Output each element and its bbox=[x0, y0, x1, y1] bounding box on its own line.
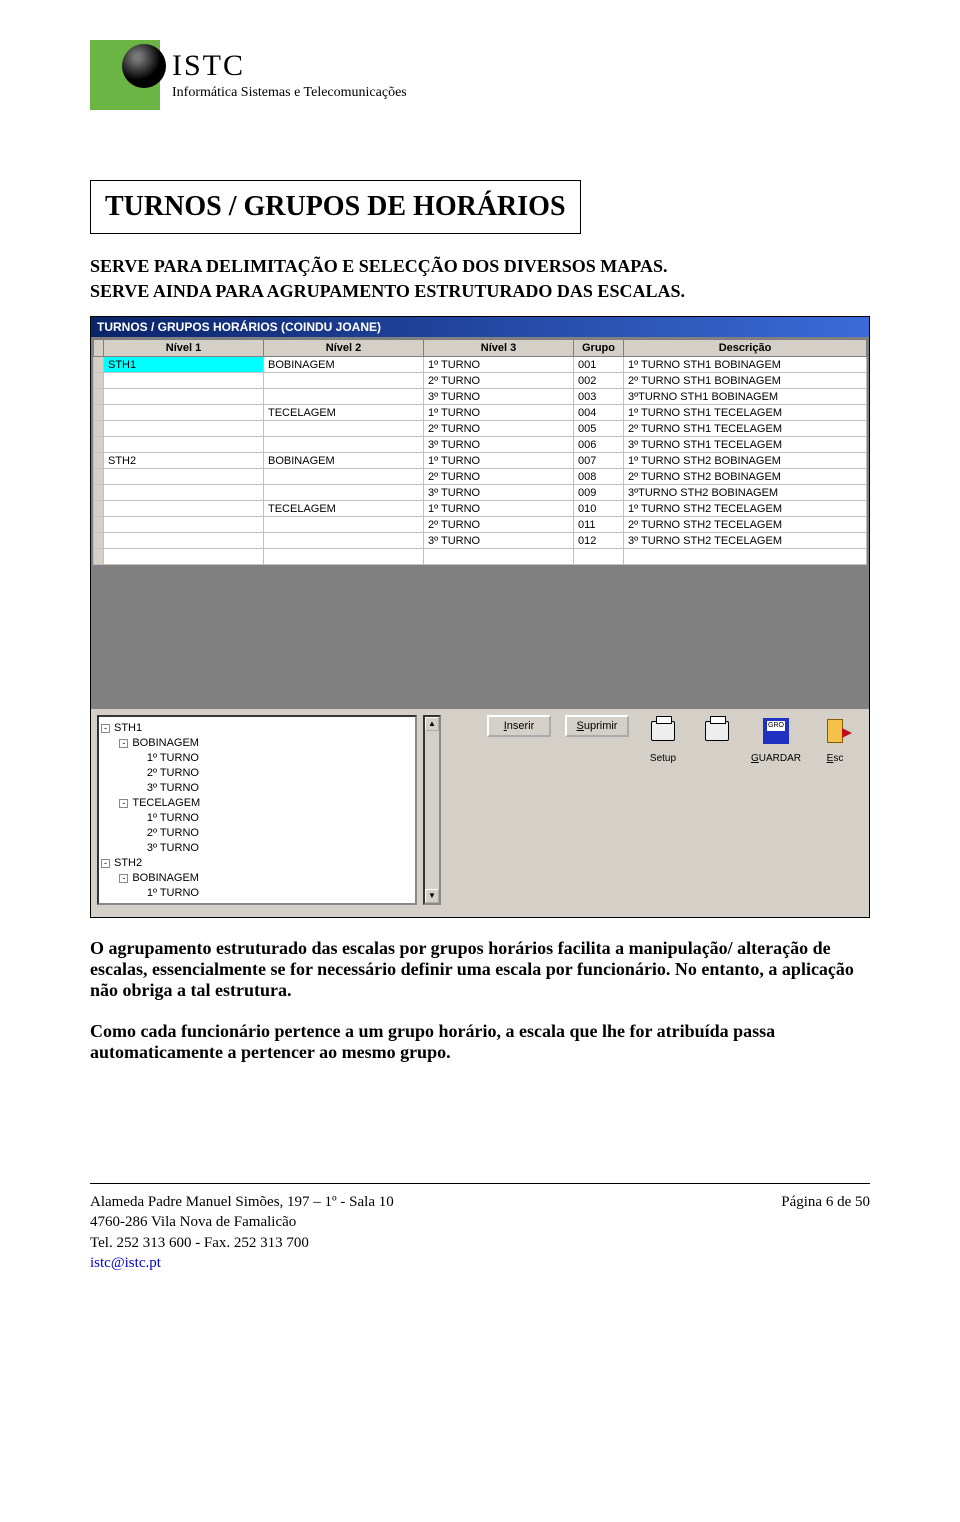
table-row[interactable]: 3º TURNO0063º TURNO STH1 TECELAGEM bbox=[94, 437, 867, 453]
printer-setup-icon[interactable] bbox=[643, 715, 683, 747]
tree-node[interactable]: 1º TURNO bbox=[101, 886, 413, 901]
col-nivel3[interactable]: Nível 3 bbox=[424, 340, 574, 357]
letterhead: ISTC Informática Sistemas e Telecomunica… bbox=[90, 40, 870, 110]
footer-addr1: Alameda Padre Manuel Simões, 197 – 1º - … bbox=[90, 1192, 394, 1212]
table-row[interactable]: 3º TURNO0123º TURNO STH2 TECELAGEM bbox=[94, 533, 867, 549]
esc-label: Esc bbox=[827, 753, 844, 764]
col-nivel2[interactable]: Nível 2 bbox=[264, 340, 424, 357]
body-para-1: O agrupamento estruturado das escalas po… bbox=[90, 938, 870, 1001]
print-label bbox=[716, 753, 719, 764]
tree-node[interactable]: -STH1 bbox=[101, 721, 413, 736]
footer-email: istc@istc.pt bbox=[90, 1253, 394, 1273]
exit-icon[interactable] bbox=[815, 715, 855, 747]
save-icon[interactable] bbox=[756, 715, 796, 747]
tree-node[interactable]: 1º TURNO bbox=[101, 811, 413, 826]
table-row[interactable]: 3º TURNO0033ºTURNO STH1 BOBINAGEM bbox=[94, 389, 867, 405]
page-footer: Alameda Padre Manuel Simões, 197 – 1º - … bbox=[90, 1192, 870, 1273]
footer-addr2: 4760-286 Vila Nova de Famalicão bbox=[90, 1212, 394, 1232]
tree-view[interactable]: -STH1 -BOBINAGEM 1º TURNO 2º TURNO 3º TU… bbox=[97, 715, 417, 905]
table-row[interactable]: TECELAGEM1º TURNO0041º TURNO STH1 TECELA… bbox=[94, 405, 867, 421]
table-row[interactable] bbox=[94, 549, 867, 565]
tree-node[interactable]: 2º TURNO bbox=[101, 826, 413, 841]
table-row[interactable]: 2º TURNO0052º TURNO STH1 TECELAGEM bbox=[94, 421, 867, 437]
table-row[interactable]: STH2BOBINAGEM1º TURNO0071º TURNO STH2 BO… bbox=[94, 453, 867, 469]
tree-node[interactable]: -TECELAGEM bbox=[101, 796, 413, 811]
table-row[interactable]: 2º TURNO0022º TURNO STH1 BOBINAGEM bbox=[94, 373, 867, 389]
logo-icon bbox=[90, 40, 160, 110]
logo-acronym: ISTC bbox=[172, 49, 407, 83]
body-para-2: Como cada funcionário pertence a um grup… bbox=[90, 1021, 870, 1063]
setup-label: Setup bbox=[650, 753, 676, 764]
tree-node[interactable]: -STH2 bbox=[101, 856, 413, 871]
logo-fullname: Informática Sistemas e Telecomunicações bbox=[172, 85, 407, 101]
col-descricao[interactable]: Descrição bbox=[624, 340, 867, 357]
tree-node[interactable]: 2º TURNO bbox=[101, 766, 413, 781]
tree-node[interactable]: -BOBINAGEM bbox=[101, 736, 413, 751]
footer-tel: Tel. 252 313 600 - Fax. 252 313 700 bbox=[90, 1233, 394, 1253]
col-grupo[interactable]: Grupo bbox=[574, 340, 624, 357]
insert-button[interactable]: Inserir bbox=[487, 715, 551, 737]
table-row[interactable]: 2º TURNO0082º TURNO STH2 BOBINAGEM bbox=[94, 469, 867, 485]
table-row[interactable]: TECELAGEM1º TURNO0101º TURNO STH2 TECELA… bbox=[94, 501, 867, 517]
tree-node[interactable]: 2º TURNO bbox=[101, 901, 413, 905]
printer-icon[interactable] bbox=[697, 715, 737, 747]
data-grid[interactable]: Nível 1 Nível 2 Nível 3 Grupo Descrição … bbox=[93, 339, 867, 565]
tree-node[interactable]: -BOBINAGEM bbox=[101, 871, 413, 886]
footer-page: Página 6 de 50 bbox=[781, 1192, 870, 1273]
app-window: TURNOS / GRUPOS HORÁRIOS (COINDU JOANE) … bbox=[90, 316, 870, 918]
grid-empty-space bbox=[93, 565, 867, 705]
grid-gutter-header bbox=[94, 340, 104, 357]
table-row[interactable]: 3º TURNO0093ºTURNO STH2 BOBINAGEM bbox=[94, 485, 867, 501]
window-title: TURNOS / GRUPOS HORÁRIOS (COINDU JOANE) bbox=[91, 317, 869, 337]
col-nivel1[interactable]: Nível 1 bbox=[104, 340, 264, 357]
scroll-up-icon[interactable]: ▲ bbox=[425, 717, 439, 731]
table-row[interactable]: 2º TURNO0112º TURNO STH2 TECELAGEM bbox=[94, 517, 867, 533]
table-row[interactable]: STH1BOBINAGEM1º TURNO0011º TURNO STH1 BO… bbox=[94, 357, 867, 373]
lead-line-1: SERVE PARA DELIMITAÇÃO E SELECÇÃO DOS DI… bbox=[90, 256, 870, 277]
tree-node[interactable]: 3º TURNO bbox=[101, 781, 413, 796]
tree-scrollbar[interactable]: ▲ ▼ bbox=[423, 715, 441, 905]
footer-rule bbox=[90, 1183, 870, 1184]
lead-line-2: SERVE AINDA PARA AGRUPAMENTO ESTRUTURADO… bbox=[90, 281, 870, 302]
tree-node[interactable]: 3º TURNO bbox=[101, 841, 413, 856]
tree-node[interactable]: 1º TURNO bbox=[101, 751, 413, 766]
page-title: TURNOS / GRUPOS DE HORÁRIOS bbox=[90, 180, 581, 234]
save-label: GUARDAR bbox=[751, 753, 801, 764]
scroll-down-icon[interactable]: ▼ bbox=[425, 889, 439, 903]
delete-button[interactable]: Suprimir bbox=[565, 715, 629, 737]
